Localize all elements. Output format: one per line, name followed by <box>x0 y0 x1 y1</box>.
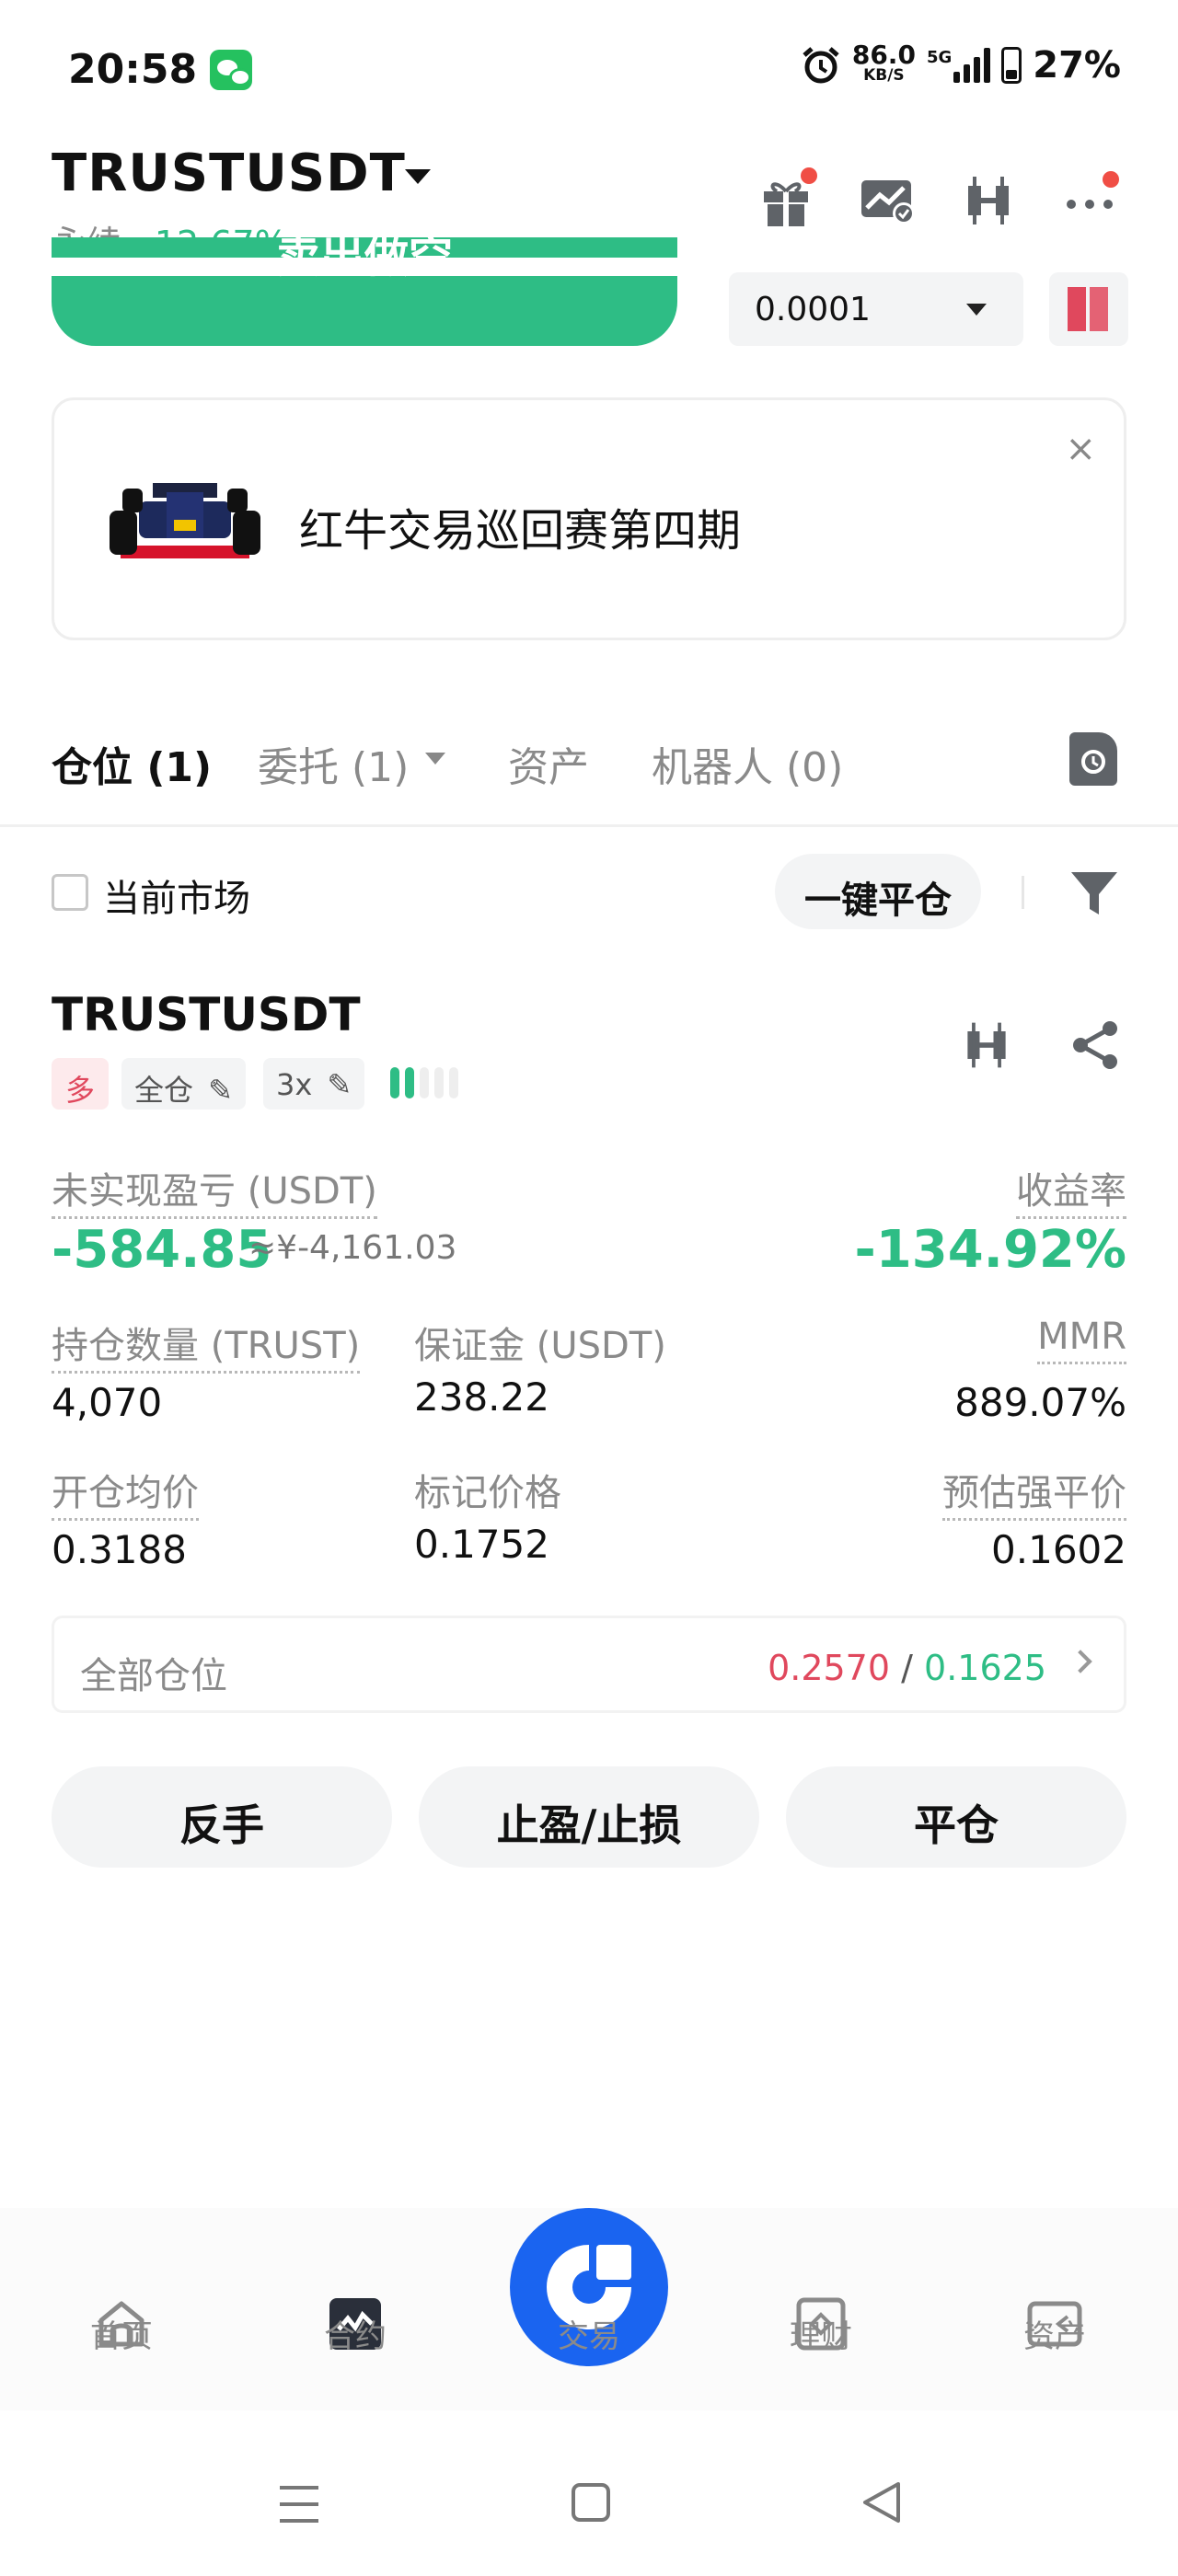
tab-orders[interactable]: 委托 (1) <box>258 734 409 793</box>
orderbook-layout-button[interactable] <box>1049 272 1128 346</box>
unrealized-pnl-label[interactable]: 未实现盈亏 (USDT) <box>52 1161 377 1219</box>
orderbook-ask-bar <box>1068 287 1086 331</box>
wechat-icon <box>210 50 252 90</box>
entry-price-label[interactable]: 开仓均价 <box>52 1463 199 1521</box>
margin-label: 保证金 (USDT) <box>414 1325 666 1367</box>
chevron-down-icon[interactable] <box>425 753 445 765</box>
side-badge: 多 <box>52 1058 109 1110</box>
current-market-label[interactable]: 当前市场 <box>103 868 250 922</box>
chevron-right-icon <box>1068 1650 1092 1673</box>
mmr-label[interactable]: MMR <box>1037 1316 1126 1364</box>
edit-icon: ✎ <box>327 1067 352 1102</box>
reverse-button[interactable]: 反手 <box>52 1766 392 1868</box>
status-time: 20:58 <box>68 46 198 93</box>
share-icon[interactable] <box>1068 1018 1123 1073</box>
candlestick-icon[interactable] <box>959 171 1018 230</box>
margin-value[interactable]: 238.22 <box>414 1374 549 1420</box>
divider <box>1022 876 1024 909</box>
system-nav-bar <box>0 2410 1178 2576</box>
entry-price-value: 0.3188 <box>52 1527 187 1572</box>
bottom-nav: 首页 合约 交易 理财 资产 <box>0 2208 1178 2410</box>
liq-price-value: 0.1602 <box>991 1527 1126 1572</box>
nav-home[interactable]: 首页 <box>48 2311 195 2356</box>
nav-earn[interactable]: 理财 <box>747 2311 895 2356</box>
size-value: 4,070 <box>52 1380 163 1425</box>
nav-futures[interactable]: 合约 <box>282 2311 429 2356</box>
precision-select[interactable]: 0.0001 <box>729 272 1023 346</box>
back-icon[interactable] <box>861 2480 902 2524</box>
orderbook-bid-bar <box>1090 287 1108 331</box>
scroll-mask <box>0 258 718 276</box>
chevron-down-icon <box>966 304 987 316</box>
all-positions-label: 全部仓位 <box>80 1655 227 1697</box>
battery-level: 27% <box>1033 44 1121 86</box>
roi-value: -134.92% <box>854 1220 1126 1280</box>
risk-level-indicator <box>390 1067 458 1098</box>
divider <box>0 824 1178 827</box>
chart-check-icon[interactable] <box>858 171 917 230</box>
all-positions-row[interactable]: 全部仓位 0.2570 / 0.1625 <box>52 1616 1126 1713</box>
all-positions-values: 0.2570 / 0.1625 <box>768 1648 1046 1688</box>
unrealized-pnl-value: -584.85 <box>52 1220 272 1280</box>
status-indicators: 86.0 KB/S 5G 27% <box>801 40 1121 86</box>
race-car-icon <box>110 483 260 558</box>
more-icon[interactable] <box>1062 171 1121 230</box>
tp-sl-button[interactable]: 止盈/止损 <box>419 1766 759 1868</box>
tab-bots[interactable]: 机器人 (0) <box>652 734 843 793</box>
size-label[interactable]: 持仓数量 (TRUST) <box>52 1316 361 1374</box>
position-symbol[interactable]: TRUSTUSDT <box>52 988 361 1041</box>
filter-icon[interactable] <box>1069 868 1119 920</box>
nav-trade[interactable]: 交易 <box>515 2311 663 2356</box>
mark-price-label: 标记价格 <box>414 1472 561 1514</box>
roi-label[interactable]: 收益率 <box>1016 1161 1126 1219</box>
current-market-checkbox[interactable] <box>52 874 88 911</box>
candlestick-icon[interactable] <box>959 1018 1014 1073</box>
banner-title: 红牛交易巡回赛第四期 <box>299 505 742 557</box>
pair-title[interactable]: TRUSTUSDT <box>52 144 406 203</box>
close-icon[interactable]: × <box>1065 428 1096 470</box>
margin-mode-badge[interactable]: 全仓 ✎ <box>121 1058 246 1110</box>
menu-icon[interactable] <box>278 2484 320 2524</box>
promo-banner[interactable]: × 红牛交易巡回赛第四期 <box>52 397 1126 640</box>
nav-assets[interactable]: 资产 <box>981 2311 1128 2356</box>
net-speed: 86.0 KB/S <box>851 40 916 86</box>
edit-icon: ✎ <box>208 1073 233 1108</box>
close-position-button[interactable]: 平仓 <box>786 1766 1126 1868</box>
history-document-icon[interactable] <box>1069 732 1117 786</box>
unrealized-pnl-cny: ≈¥-4,161.03 <box>248 1229 457 1267</box>
mmr-value: 889.07% <box>954 1380 1126 1425</box>
mark-price-value: 0.1752 <box>414 1522 549 1567</box>
battery-icon <box>1001 47 1022 84</box>
pair-dropdown-icon[interactable] <box>405 169 431 184</box>
leverage-badge[interactable]: 3x ✎ <box>263 1058 365 1110</box>
sell-short-button[interactable]: 卖出做空 <box>52 237 677 346</box>
tab-positions[interactable]: 仓位 (1) <box>52 734 212 793</box>
home-square-icon[interactable] <box>571 2482 611 2523</box>
liq-price-label[interactable]: 预估强平价 <box>942 1463 1126 1521</box>
gift-icon[interactable] <box>756 167 817 230</box>
signal-icon: 5G <box>927 48 991 83</box>
close-all-button[interactable]: 一键平仓 <box>775 854 981 929</box>
alarm-icon <box>803 47 839 84</box>
tab-assets[interactable]: 资产 <box>508 734 589 793</box>
